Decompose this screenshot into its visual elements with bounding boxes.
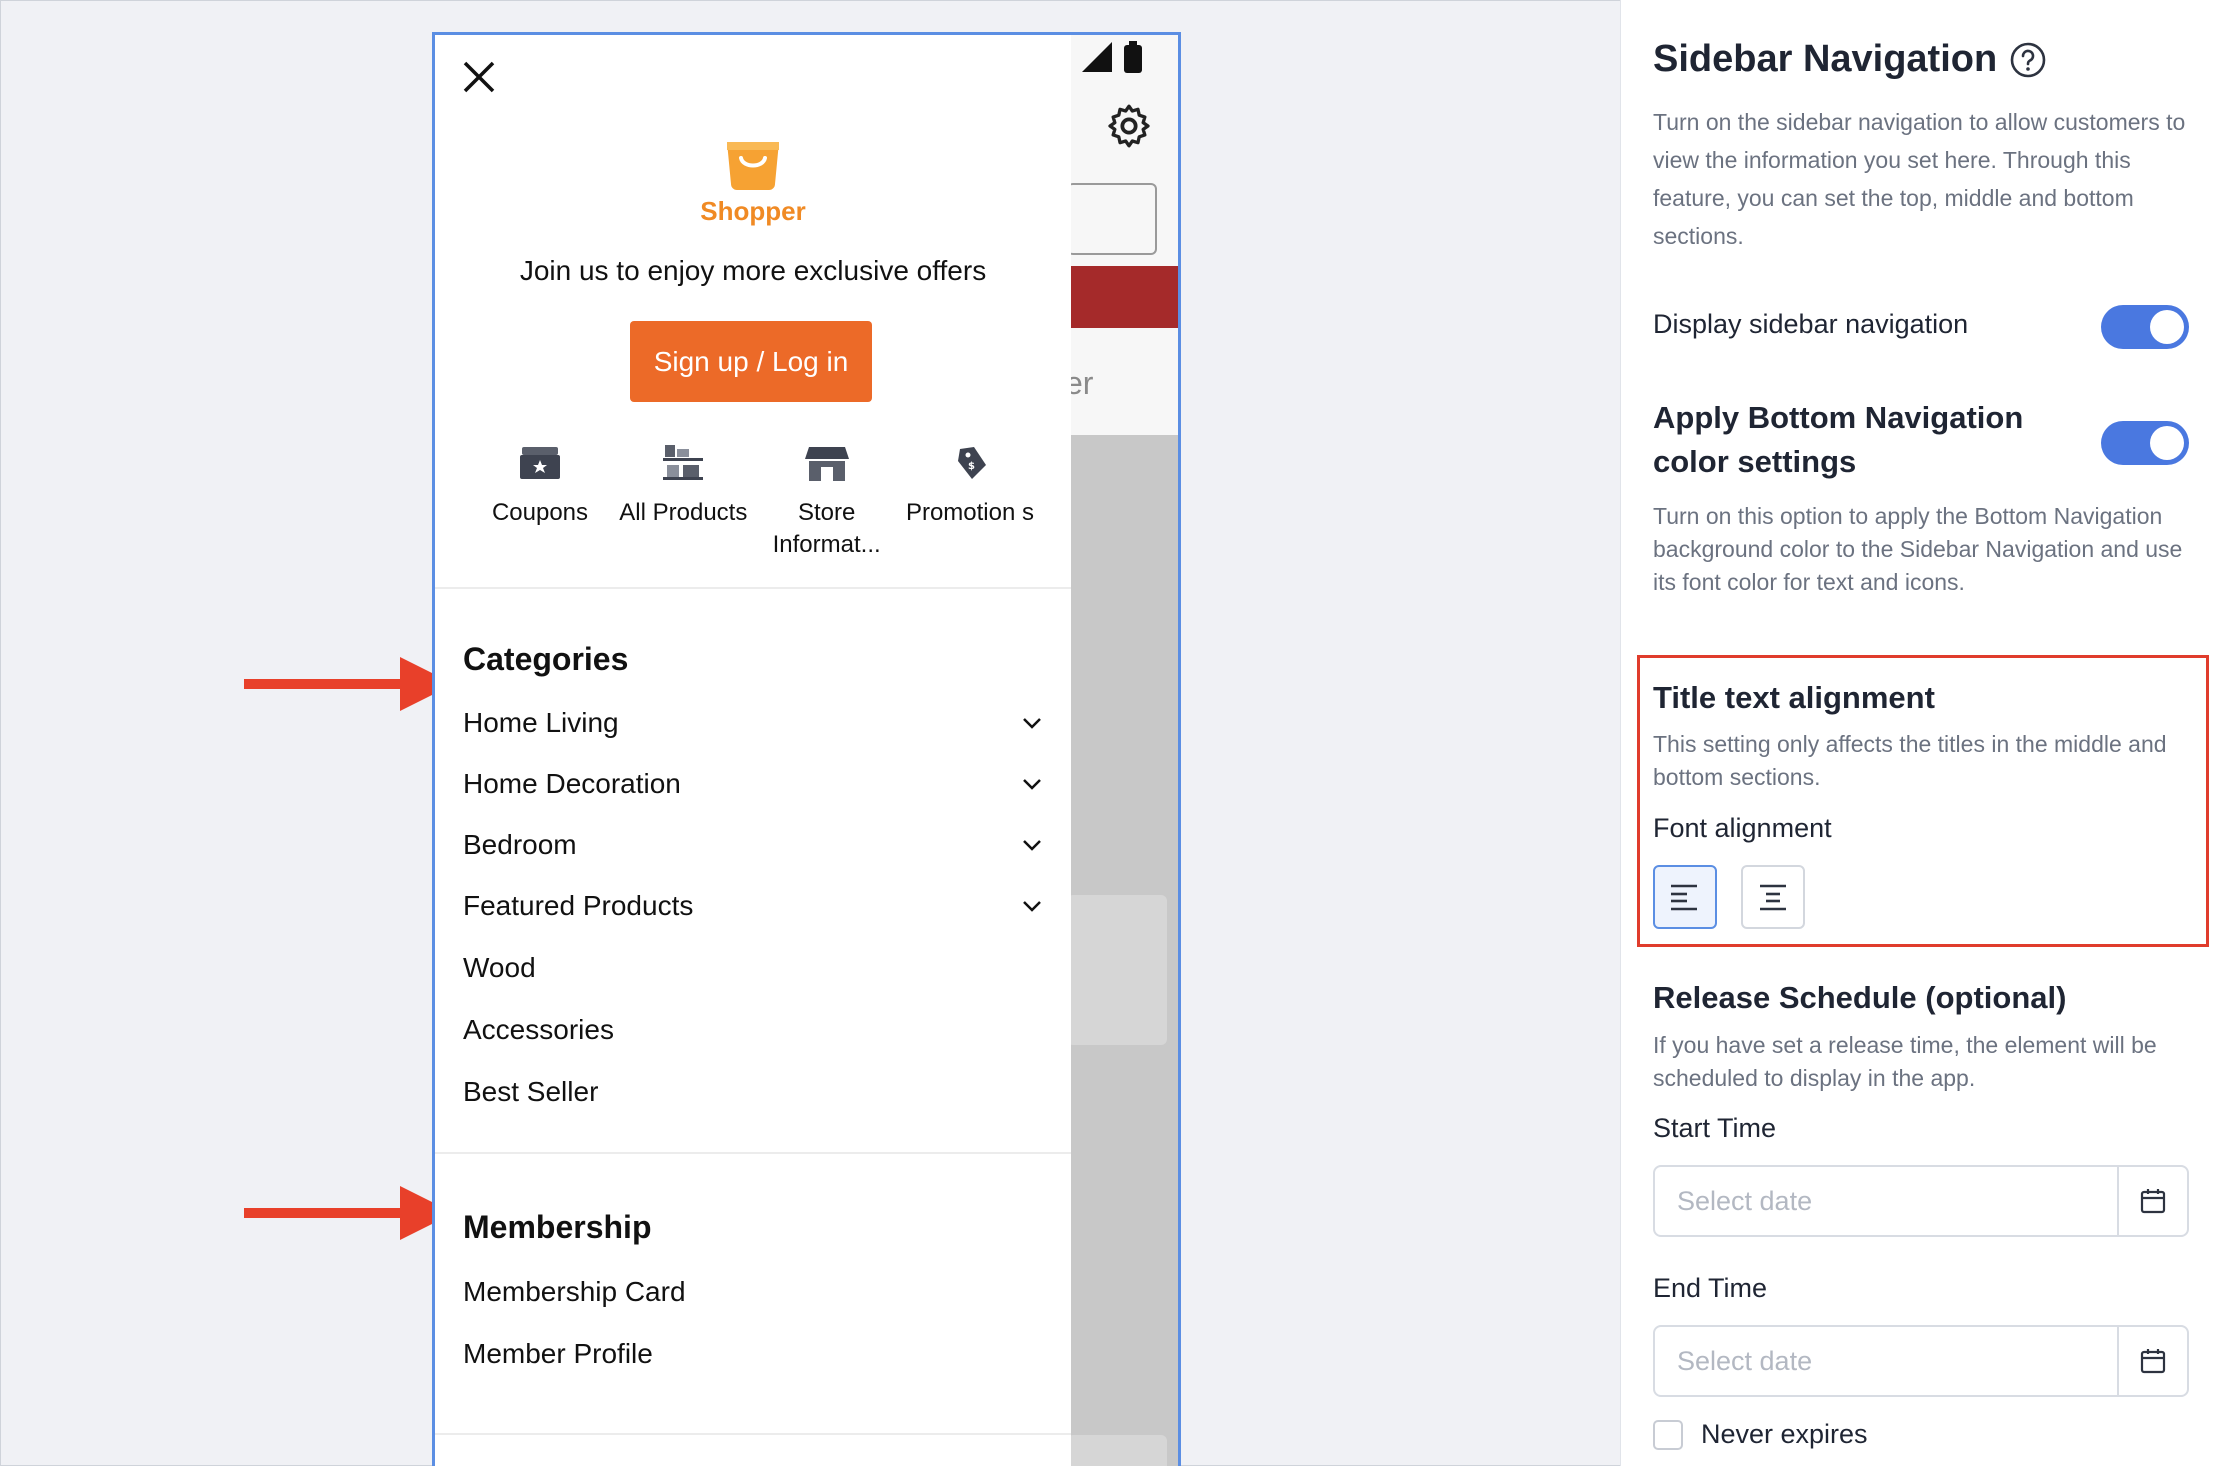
align-left-icon <box>1671 884 1697 911</box>
start-time-picker <box>1653 1165 2189 1237</box>
divider <box>435 1433 1071 1435</box>
display-toggle-label: Display sidebar navigation <box>1653 309 1969 339</box>
bottom-nav-color-toggle[interactable] <box>2101 421 2189 465</box>
end-time-label: End Time <box>1653 1273 1768 1303</box>
category-label: Best Seller <box>463 1076 599 1107</box>
align-center-button[interactable] <box>1741 865 1805 929</box>
calendar-icon <box>2140 1349 2166 1374</box>
quick-link-promotions[interactable]: $ Promotion s <box>905 443 1035 561</box>
start-calendar-button[interactable] <box>2117 1167 2187 1235</box>
release-description: If you have set a release time, the elem… <box>1653 1032 2157 1091</box>
chevron-down-icon[interactable] <box>1021 838 1043 852</box>
panel-description: Turn on the sidebar navigation to allow … <box>1653 109 2186 249</box>
membership-item-card[interactable]: Membership Card <box>463 1276 1043 1308</box>
membership-label: Membership Card <box>463 1276 686 1307</box>
category-item-home-decoration[interactable]: Home Decoration <box>463 768 1043 800</box>
panel-title: Sidebar Navigation <box>1653 38 2047 81</box>
quick-link-label: Coupons <box>491 499 589 526</box>
toggle-knob <box>2150 426 2184 460</box>
align-center-icon <box>1760 884 1786 911</box>
close-icon[interactable] <box>459 57 499 97</box>
chevron-down-icon[interactable] <box>1021 716 1043 730</box>
phone-preview: er Shopper Join us to enjoy more exclusi… <box>432 32 1181 1466</box>
tag-icon: $ <box>957 447 986 479</box>
category-label: Featured Products <box>463 890 694 921</box>
category-item-wood[interactable]: Wood <box>463 952 1043 984</box>
panel-title-text: Sidebar Navigation <box>1653 38 1998 80</box>
category-item-home-living[interactable]: Home Living <box>463 707 1043 739</box>
end-time-picker <box>1653 1325 2189 1397</box>
quick-link-store-info[interactable]: Store Informat... <box>762 443 892 561</box>
status-bar <box>1082 41 1142 73</box>
background-card <box>1067 895 1167 1045</box>
quick-link-all-products[interactable]: All Products <box>618 443 748 561</box>
settings-panel: Sidebar Navigation Turn on the sidebar n… <box>1620 0 2220 1466</box>
calendar-icon <box>2140 1189 2166 1214</box>
quick-link-coupons[interactable]: Coupons <box>475 443 605 561</box>
never-expires-checkbox[interactable] <box>1653 1419 1683 1450</box>
membership-label: Member Profile <box>463 1338 653 1369</box>
release-title: Release Schedule (optional) <box>1653 980 2067 1015</box>
chevron-down-icon[interactable] <box>1021 777 1043 791</box>
divider <box>435 587 1071 589</box>
battery-icon <box>1124 41 1142 73</box>
category-item-bedroom[interactable]: Bedroom <box>463 829 1043 861</box>
svg-text:$: $ <box>968 461 975 472</box>
gear-icon[interactable] <box>1104 101 1154 151</box>
background-search-box <box>1067 183 1157 255</box>
start-date-input[interactable] <box>1655 1167 2117 1235</box>
category-label: Home Decoration <box>463 768 681 799</box>
category-label: Home Living <box>463 707 619 738</box>
category-item-best-seller[interactable]: Best Seller <box>463 1076 1043 1108</box>
membership-title: Membership <box>463 1209 652 1245</box>
category-label: Bedroom <box>463 829 577 860</box>
signal-icon <box>1082 42 1112 72</box>
bottom-nav-description: Turn on this option to apply the Bottom … <box>1653 503 2183 595</box>
quick-links: Coupons All Products Store Informat... $… <box>475 443 1035 561</box>
brand-name: Shopper <box>700 196 806 226</box>
membership-item-profile[interactable]: Member Profile <box>463 1338 1043 1370</box>
align-left-button[interactable] <box>1653 865 1717 929</box>
sign-up-login-button[interactable]: Sign up / Log in <box>630 321 872 402</box>
store-icon <box>804 447 849 481</box>
quick-link-label: Store Informat... <box>772 499 881 558</box>
alignment-description: This setting only affects the titles in … <box>1653 731 2167 790</box>
never-expires-label: Never expires <box>1701 1419 1868 1449</box>
tagline: Join us to enjoy more exclusive offers <box>519 255 987 286</box>
shopping-bag-icon <box>727 142 779 190</box>
alignment-title: Title text alignment <box>1653 680 1935 715</box>
shelf-icon <box>663 445 704 480</box>
categories-title: Categories <box>463 641 629 677</box>
background-banner <box>1067 266 1178 328</box>
category-label: Wood <box>463 952 536 983</box>
end-date-input[interactable] <box>1655 1327 2117 1395</box>
background-card <box>1067 1435 1167 1466</box>
quick-link-label: All Products <box>619 499 748 526</box>
never-expires-option[interactable]: Never expires <box>1653 1419 1868 1450</box>
help-icon[interactable] <box>2009 41 2047 79</box>
display-sidebar-toggle[interactable] <box>2101 305 2189 349</box>
bottom-nav-title: Apply Bottom Navigation color settings <box>1653 400 2024 479</box>
category-label: Accessories <box>463 1014 614 1045</box>
coupon-icon <box>520 447 560 479</box>
category-item-featured-products[interactable]: Featured Products <box>463 890 1043 922</box>
annotation-arrow-membership <box>244 1186 454 1240</box>
toggle-knob <box>2150 310 2184 344</box>
annotation-arrow-categories <box>244 657 454 711</box>
end-calendar-button[interactable] <box>2117 1327 2187 1395</box>
start-time-label: Start Time <box>1653 1113 1777 1143</box>
divider <box>435 1152 1071 1154</box>
brand-logo: Shopper <box>435 138 1071 227</box>
category-item-accessories[interactable]: Accessories <box>463 1014 1043 1046</box>
chevron-down-icon[interactable] <box>1021 899 1043 913</box>
sidebar-drawer: Shopper Join us to enjoy more exclusive … <box>435 35 1071 1466</box>
font-alignment-label: Font alignment <box>1653 813 1832 843</box>
quick-link-label: Promotion s <box>905 499 1035 526</box>
